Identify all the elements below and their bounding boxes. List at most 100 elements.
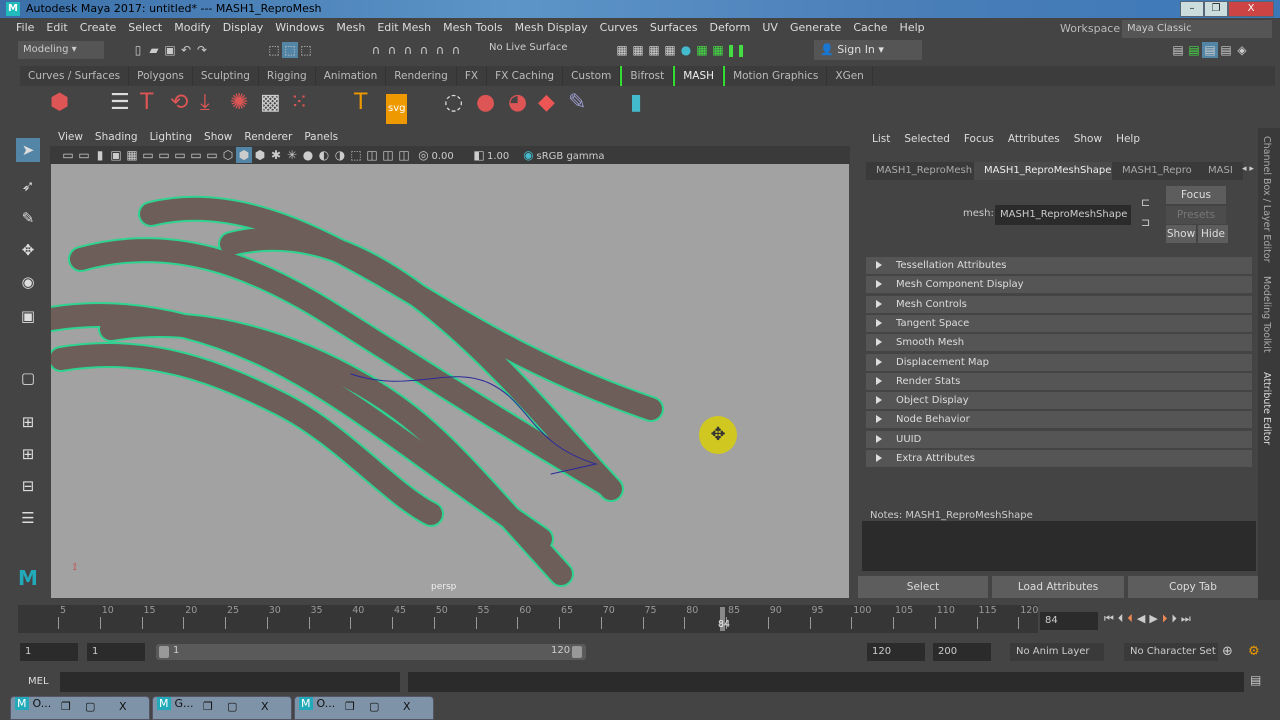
drop-icon[interactable]: ⤓ xyxy=(200,90,210,116)
live-icon[interactable]: ∩ xyxy=(448,42,464,58)
shelf-tab-fx[interactable]: FX xyxy=(457,66,488,86)
type-icon[interactable]: T xyxy=(354,90,367,116)
section-smooth-mesh[interactable]: Smooth Mesh xyxy=(866,334,1252,352)
menu-generate[interactable]: Generate xyxy=(784,18,847,38)
scale-tool-icon[interactable]: ▣ xyxy=(16,304,40,328)
menu-display[interactable]: Display xyxy=(217,18,270,38)
human-ik-icon[interactable]: ▤ xyxy=(1186,42,1202,58)
menu-mesh-tools[interactable]: Mesh Tools xyxy=(437,18,509,38)
hypershade-icon[interactable]: ● xyxy=(678,42,694,58)
viewport-menu-panels[interactable]: Panels xyxy=(298,128,344,146)
paint-icon[interactable]: ✎ xyxy=(568,90,586,116)
signal-icon[interactable]: ● xyxy=(476,90,495,116)
exposure-value[interactable]: 0.00 xyxy=(432,151,468,162)
close-icon[interactable]: X xyxy=(119,700,127,713)
menu-curves[interactable]: Curves xyxy=(594,18,644,38)
maximize-icon[interactable]: ▢ xyxy=(85,700,95,713)
paint-select-icon[interactable]: ✎ xyxy=(16,206,40,230)
xray-icon[interactable]: ◫ xyxy=(364,147,380,163)
section-mesh-component-display[interactable]: Mesh Component Display xyxy=(866,276,1252,294)
end-time-field[interactable]: 200 xyxy=(933,643,991,661)
taskbar-window[interactable]: M G... ❐ ▢ X xyxy=(152,696,292,720)
select-button[interactable]: Select xyxy=(858,576,988,598)
taskbar-window[interactable]: M O... ❐ ▢ X xyxy=(10,696,150,720)
ae-menu-list[interactable]: List xyxy=(865,128,897,150)
tool-settings-icon[interactable]: ▤ xyxy=(1218,42,1234,58)
menu-cache[interactable]: Cache xyxy=(847,18,893,38)
viewport-menu-show[interactable]: Show xyxy=(198,128,238,146)
section-mesh-controls[interactable]: Mesh Controls xyxy=(866,295,1252,313)
input-connection-icon[interactable]: ⊏ xyxy=(1141,196,1150,209)
points-icon[interactable]: ⁙ xyxy=(290,90,308,116)
textured-icon[interactable]: ⬢ xyxy=(252,147,268,163)
motion-blur-icon[interactable]: ◐ xyxy=(316,147,332,163)
exposure-icon[interactable]: ◎ xyxy=(416,147,432,163)
ae-menu-show[interactable]: Show xyxy=(1067,128,1109,150)
close-icon[interactable]: X xyxy=(261,700,269,713)
channel-box-icon[interactable]: ◈ xyxy=(1234,42,1250,58)
shadows-icon[interactable]: ✳ xyxy=(284,147,300,163)
svg-icon[interactable]: svg xyxy=(386,94,408,124)
lights-icon[interactable]: ✱ xyxy=(268,147,284,163)
playback-start-field[interactable]: 1 xyxy=(87,643,145,661)
rotate-tool-icon[interactable]: ◉ xyxy=(16,270,40,294)
image-plane-icon[interactable]: ▣ xyxy=(108,147,124,163)
presets-button[interactable]: Presets xyxy=(1166,206,1226,224)
dynamics-icon[interactable]: ◕ xyxy=(508,90,527,116)
hide-button[interactable]: Hide xyxy=(1198,225,1228,243)
menu-uv[interactable]: UV xyxy=(756,18,784,38)
distribute-icon[interactable]: ☰ xyxy=(110,90,130,116)
redo-icon[interactable]: ↷ xyxy=(194,42,210,58)
ae-tab[interactable]: MASH1_ReproMesh xyxy=(866,162,983,180)
viewport-3d[interactable]: ✥ ⟟ persp xyxy=(51,164,849,598)
shelf-tab-animation[interactable]: Animation xyxy=(316,66,387,86)
pause-viewport-icon[interactable]: ❚❚ xyxy=(726,42,746,58)
select-component-icon[interactable]: ⬚ xyxy=(298,42,314,58)
wireframe-icon[interactable]: ⬡ xyxy=(220,147,236,163)
section-render-stats[interactable]: Render Stats xyxy=(866,372,1252,390)
orient-icon[interactable]: ◌ xyxy=(444,90,463,116)
taskbar-window[interactable]: M O... ❐ ▢ X xyxy=(294,696,434,720)
film-gate-icon[interactable]: ▭ xyxy=(140,147,156,163)
anim-prefs-icon[interactable]: ⚙ xyxy=(1248,644,1260,659)
mel-label[interactable]: MEL xyxy=(28,676,49,687)
command-input[interactable] xyxy=(60,672,400,692)
lasso-tool-icon[interactable]: ➶ xyxy=(16,174,40,198)
minimize-button[interactable]: – xyxy=(1180,1,1204,17)
aa-icon[interactable]: ◑ xyxy=(332,147,348,163)
ae-menu-focus[interactable]: Focus xyxy=(957,128,1001,150)
restore-icon[interactable]: ❐ xyxy=(61,700,71,713)
menu-help[interactable]: Help xyxy=(894,18,931,38)
ae-menu-attributes[interactable]: Attributes xyxy=(1001,128,1067,150)
ae-menu-selected[interactable]: Selected xyxy=(897,128,957,150)
go-to-end-icon[interactable]: ⏭ xyxy=(1181,612,1195,625)
viewport-menu-view[interactable]: View xyxy=(52,128,89,146)
new-scene-icon[interactable]: ▯ xyxy=(130,42,146,58)
shelf-tab-custom[interactable]: Custom xyxy=(563,66,621,86)
gamma-icon[interactable]: ◧ xyxy=(471,147,487,163)
xray-active-icon[interactable]: ◫ xyxy=(396,147,412,163)
snap-curve-icon[interactable]: ∩ xyxy=(384,42,400,58)
ae-tab[interactable]: MASH1_Repro xyxy=(1112,162,1202,180)
curve-icon[interactable]: ⟲ xyxy=(170,90,188,116)
workspace-dropdown[interactable]: Maya Classic xyxy=(1122,20,1272,38)
shelf-tab-polygons[interactable]: Polygons xyxy=(129,66,193,86)
layout-icon[interactable]: ⊞ xyxy=(16,442,40,466)
section-node-behavior[interactable]: Node Behavior xyxy=(866,411,1252,429)
ae-tab[interactable]: MASH1_ReproMeshShape xyxy=(974,162,1122,180)
shelf-tab-rigging[interactable]: Rigging xyxy=(259,66,316,86)
range-slider[interactable]: 1 120 xyxy=(156,644,586,660)
focus-button[interactable]: Focus xyxy=(1166,186,1226,204)
step-forward-icon[interactable]: ⏵ xyxy=(1171,612,1181,625)
shelf-tab-fx-caching[interactable]: FX Caching xyxy=(487,66,564,86)
step-back-icon[interactable]: ⏴ xyxy=(1118,612,1128,625)
viewport-menu-shading[interactable]: Shading xyxy=(89,128,144,146)
shelf-tab-xgen[interactable]: XGen xyxy=(827,66,873,86)
live-surface-field[interactable]: No Live Surface xyxy=(489,42,567,53)
shelf-tab-motion-graphics[interactable]: Motion Graphics xyxy=(723,66,828,86)
outliner-icon[interactable]: ☰ xyxy=(16,506,40,530)
section-tangent-space[interactable]: Tangent Space xyxy=(866,314,1252,332)
light-editor-icon[interactable]: ▦ xyxy=(710,42,726,58)
maximize-button[interactable]: ❐ xyxy=(1204,1,1228,17)
menu-edit[interactable]: Edit xyxy=(40,18,73,38)
